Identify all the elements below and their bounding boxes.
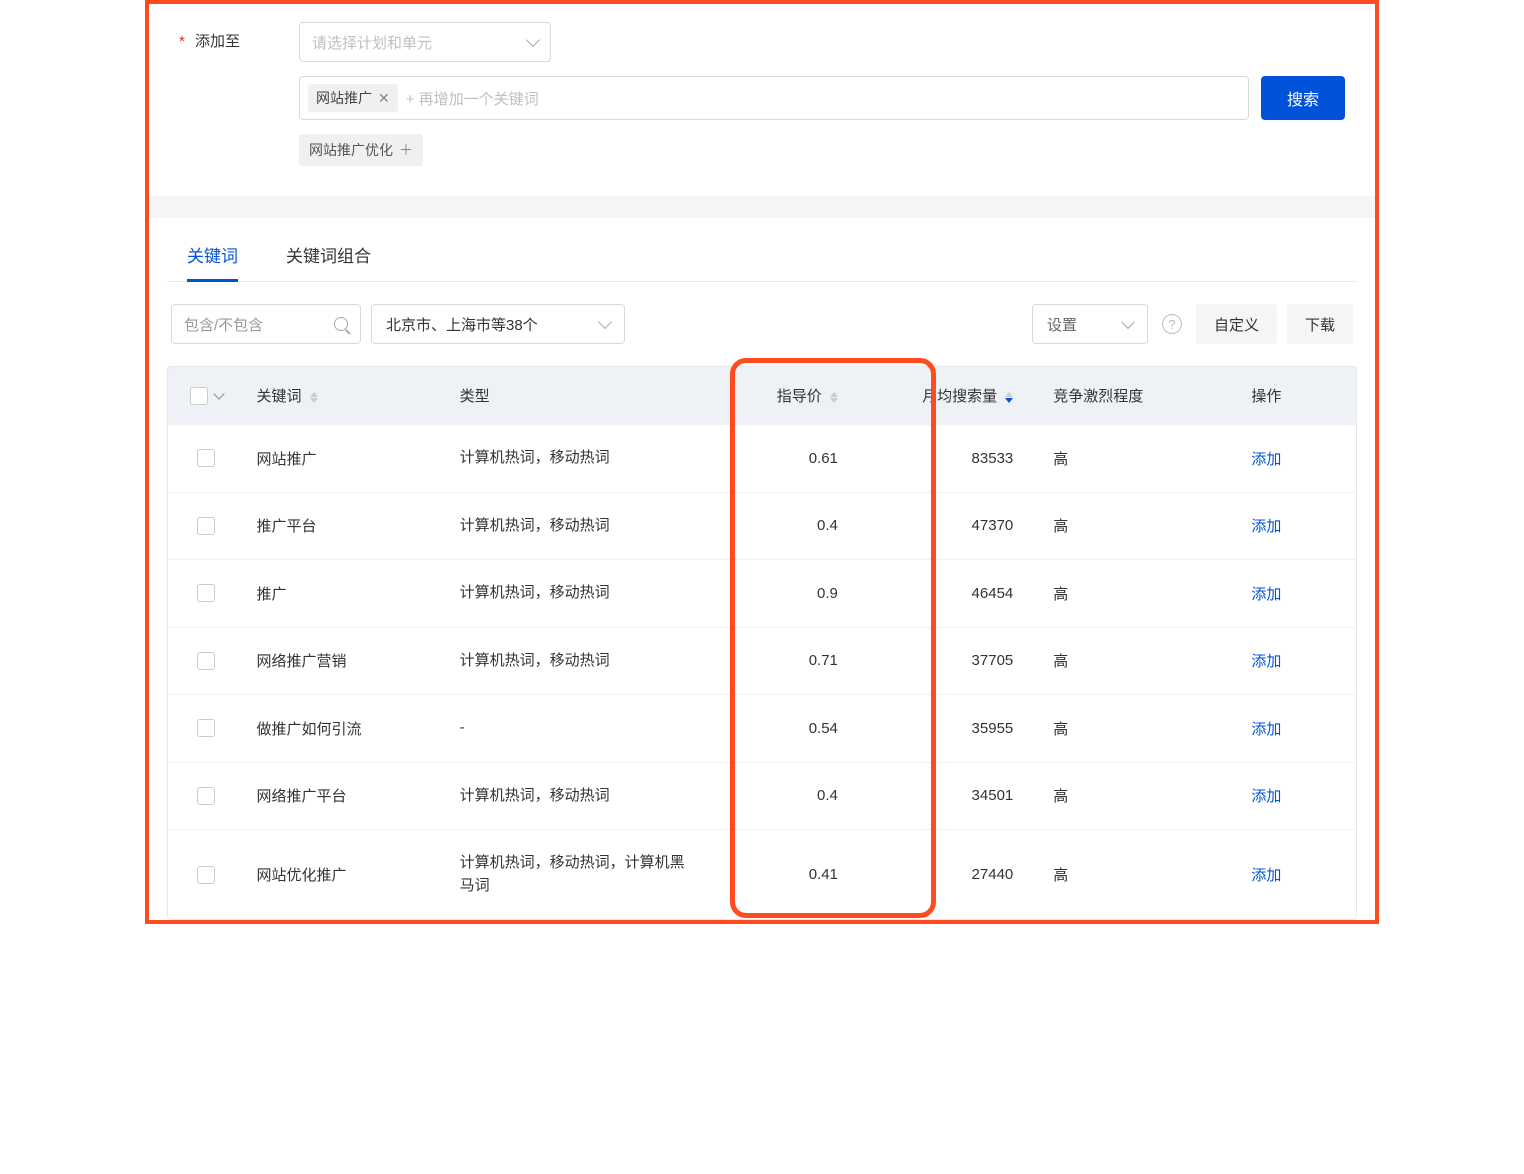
header-guide-price[interactable]: 指导价: [699, 367, 878, 425]
cell-competition: 高: [1033, 695, 1176, 763]
section-divider: [149, 196, 1375, 218]
cell-keyword: 网络推广平台: [244, 762, 447, 830]
cell-competition: 高: [1033, 830, 1176, 920]
tag-remove-icon[interactable]: ✕: [378, 90, 390, 107]
cell-price: 0.54: [699, 695, 878, 763]
plan-placeholder: 请选择计划和单元: [312, 32, 432, 53]
cell-type: 计算机热词，移动热词: [448, 627, 699, 695]
cell-volume: 37705: [878, 627, 1033, 695]
add-link[interactable]: 添加: [1251, 518, 1281, 535]
cell-competition: 高: [1033, 560, 1176, 628]
cell-type: 计算机热词，移动热词: [448, 762, 699, 830]
select-all-checkbox[interactable]: [190, 387, 208, 405]
cell-keyword: 网站优化推广: [244, 830, 447, 920]
cell-price: 0.71: [699, 627, 878, 695]
cell-volume: 46454: [878, 560, 1033, 628]
chevron-down-icon[interactable]: [213, 388, 224, 399]
table-row: 网站推广计算机热词，移动热词0.6183533高 添加: [168, 425, 1356, 493]
cell-price: 0.4: [699, 492, 878, 560]
add-link[interactable]: 添加: [1251, 451, 1281, 468]
region-select[interactable]: 北京市、上海市等38个: [371, 304, 625, 344]
help-icon[interactable]: ?: [1162, 314, 1182, 334]
cell-volume: 27440: [878, 830, 1033, 920]
row-checkbox[interactable]: [197, 866, 215, 884]
header-keyword[interactable]: 关键词: [244, 367, 447, 425]
cell-volume: 83533: [878, 425, 1033, 493]
row-checkbox[interactable]: [197, 584, 215, 602]
filter-input[interactable]: 包含/不包含: [171, 304, 361, 344]
cell-price: 0.61: [699, 425, 878, 493]
header-monthly-volume[interactable]: 月均搜索量: [878, 367, 1033, 425]
add-link[interactable]: 添加: [1251, 788, 1281, 805]
tab-keywords[interactable]: 关键词: [187, 242, 238, 281]
suggestion-tag[interactable]: 网站推广优化 ＋: [299, 134, 423, 166]
plan-unit-select[interactable]: 请选择计划和单元: [299, 22, 551, 62]
table-row: 推广平台计算机热词，移动热词0.447370高 添加: [168, 492, 1356, 560]
cell-keyword: 做推广如何引流: [244, 695, 447, 763]
search-button[interactable]: 搜索: [1261, 76, 1345, 120]
plus-icon: ＋: [399, 140, 413, 160]
row-checkbox[interactable]: [197, 719, 215, 737]
add-to-label: * 添加至: [179, 22, 299, 51]
cell-type: -: [448, 695, 699, 763]
tab-combinations[interactable]: 关键词组合: [286, 242, 371, 281]
row-checkbox[interactable]: [197, 517, 215, 535]
cell-competition: 高: [1033, 492, 1176, 560]
cell-volume: 47370: [878, 492, 1033, 560]
required-asterisk: *: [179, 33, 185, 50]
sort-icon: [1005, 392, 1013, 403]
cell-type: 计算机热词，移动热词: [448, 425, 699, 493]
add-link[interactable]: 添加: [1251, 721, 1281, 738]
table-row: 网络推广营销计算机热词，移动热词0.7137705高 添加: [168, 627, 1356, 695]
table-row: 做推广如何引流-0.5435955高 添加: [168, 695, 1356, 763]
cell-price: 0.9: [699, 560, 878, 628]
cell-competition: 高: [1033, 762, 1176, 830]
download-button[interactable]: 下载: [1287, 304, 1353, 344]
chevron-down-icon: [1121, 315, 1135, 329]
header-action: 操作: [1177, 367, 1356, 425]
add-link[interactable]: 添加: [1251, 653, 1281, 670]
cell-competition: 高: [1033, 627, 1176, 695]
cell-keyword: 网站推广: [244, 425, 447, 493]
cell-competition: 高: [1033, 425, 1176, 493]
sort-icon: [310, 392, 318, 403]
cell-type: 计算机热词，移动热词，计算机黑马词: [448, 830, 699, 920]
row-checkbox[interactable]: [197, 787, 215, 805]
add-link[interactable]: 添加: [1251, 867, 1281, 884]
cell-type: 计算机热词，移动热词: [448, 492, 699, 560]
filter-placeholder: 包含/不包含: [184, 314, 263, 335]
keyword-input[interactable]: 网站推广 ✕ + 再增加一个关键词: [299, 76, 1249, 120]
add-keyword-placeholder: + 再增加一个关键词: [406, 88, 539, 109]
cell-price: 0.41: [699, 830, 878, 920]
header-competition: 竞争激烈程度: [1033, 367, 1176, 425]
cell-type: 计算机热词，移动热词: [448, 560, 699, 628]
sort-icon: [830, 392, 838, 403]
cell-keyword: 推广: [244, 560, 447, 628]
custom-button[interactable]: 自定义: [1196, 304, 1277, 344]
cell-keyword: 网络推广营销: [244, 627, 447, 695]
add-link[interactable]: 添加: [1251, 586, 1281, 603]
chevron-down-icon: [526, 33, 540, 47]
cell-volume: 34501: [878, 762, 1033, 830]
table-row: 网站优化推广计算机热词，移动热词，计算机黑马词0.4127440高 添加: [168, 830, 1356, 920]
table-row: 推广计算机热词，移动热词0.946454高 添加: [168, 560, 1356, 628]
search-icon: [334, 317, 348, 331]
row-checkbox[interactable]: [197, 449, 215, 467]
table-row: 网络推广平台计算机热词，移动热词0.434501高 添加: [168, 762, 1356, 830]
cell-price: 0.4: [699, 762, 878, 830]
keywords-table: 关键词 类型 指导价: [168, 367, 1356, 919]
cell-volume: 35955: [878, 695, 1033, 763]
tabs: 关键词 关键词组合: [167, 218, 1357, 282]
row-checkbox[interactable]: [197, 652, 215, 670]
header-type: 类型: [448, 367, 699, 425]
cell-keyword: 推广平台: [244, 492, 447, 560]
settings-select[interactable]: 设置: [1032, 304, 1148, 344]
keyword-tag: 网站推广 ✕: [308, 84, 398, 112]
chevron-down-icon: [598, 315, 612, 329]
